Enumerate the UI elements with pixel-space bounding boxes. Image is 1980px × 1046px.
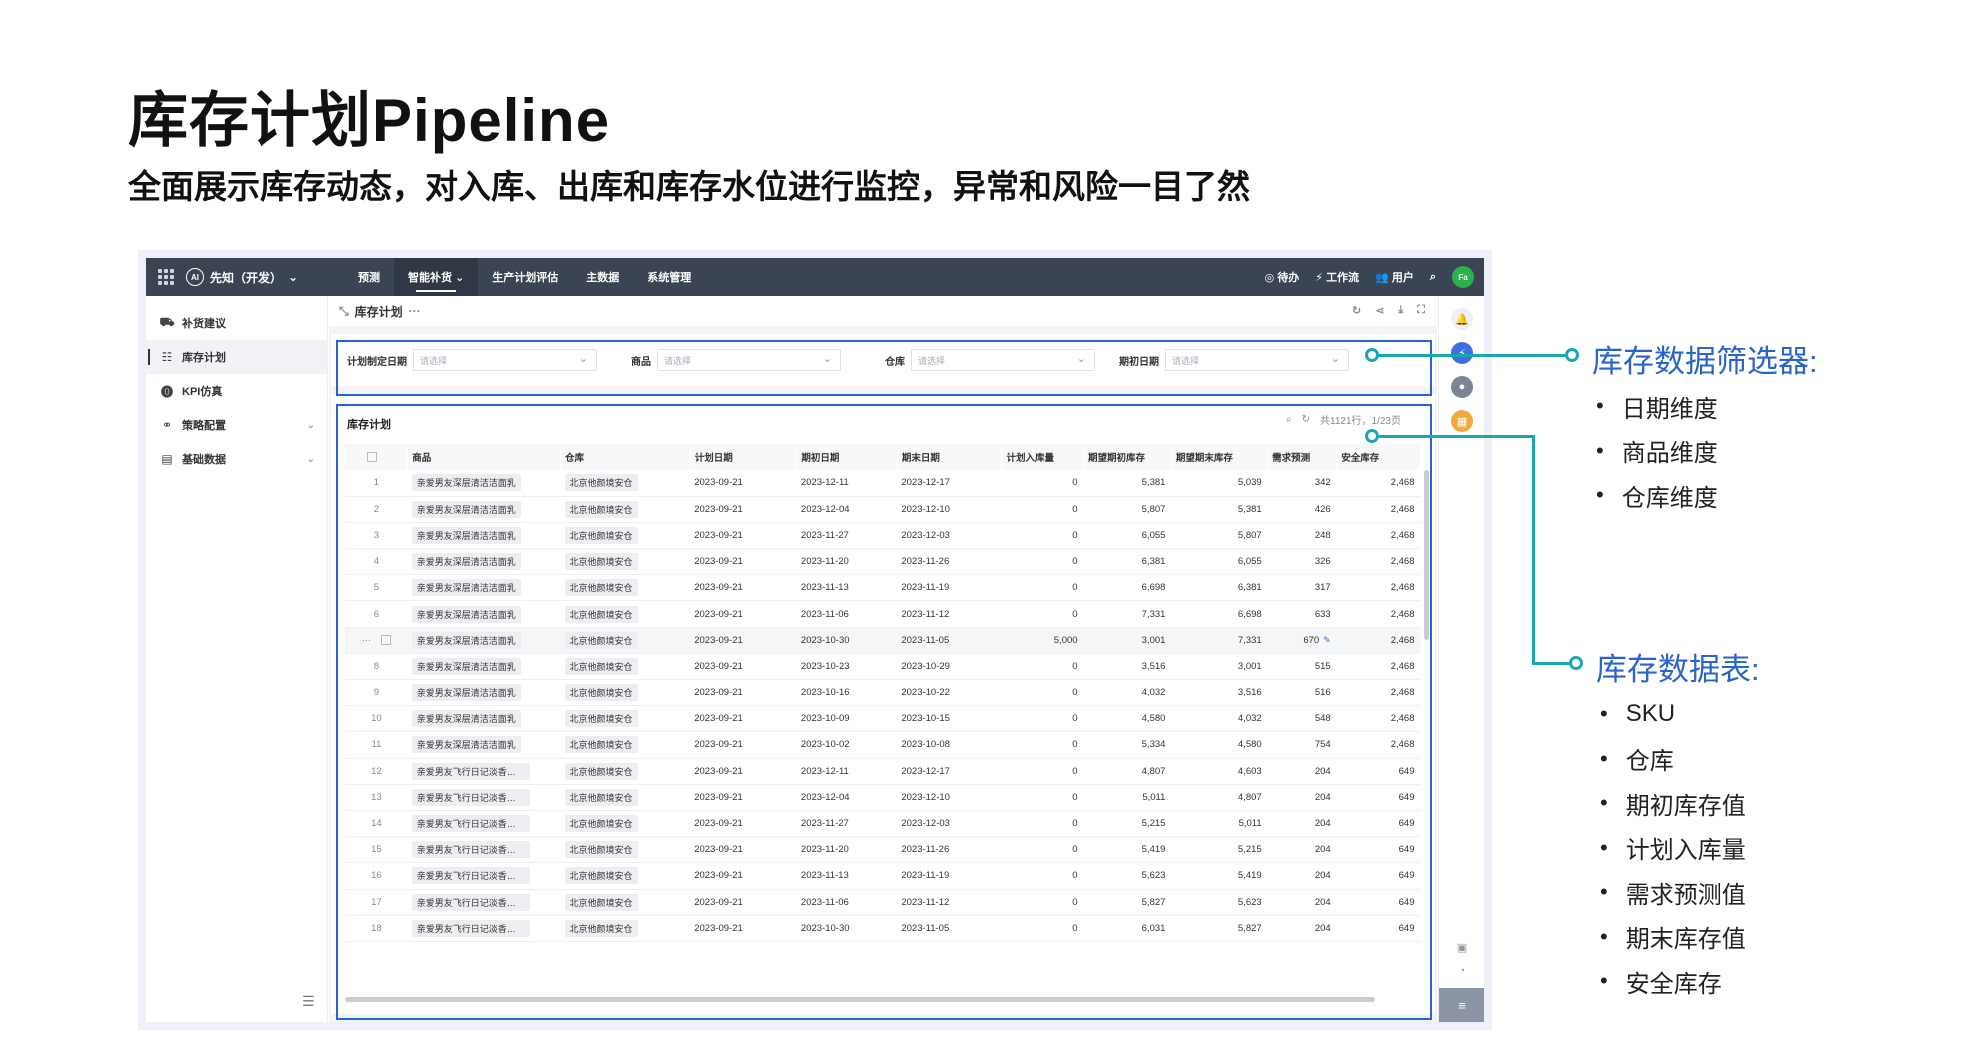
- chevron-down-icon: ⌄: [288, 270, 299, 284]
- page-header: ⤡ 库存计划 ··· ↻ ⋖ ⤓ ⛶: [329, 296, 1437, 326]
- sidebar: ⛟ 补货建议 ☷ 库存计划 ⓿ KPI仿真 ⚭ 策略配置 ⌄ ▤ 基础数据 ⌄ …: [146, 296, 328, 1022]
- sidebar-item-label: 库存计划: [182, 352, 226, 364]
- list-item: SKU: [1600, 692, 1746, 737]
- nav-smart-replenishment-label: 智能补货: [408, 272, 452, 284]
- truck-icon: ⛟: [159, 315, 175, 329]
- lightning-icon[interactable]: ⚡: [1451, 342, 1473, 364]
- sidebar-item-label: KPI仿真: [182, 386, 223, 398]
- user-label: 用户: [1391, 272, 1414, 284]
- workflow-button[interactable]: ⚡ 工作流: [1315, 269, 1359, 285]
- slide: 库存计划Pipeline 全面展示库存动态，对入库、出库和库存水位进行监控，异常…: [0, 0, 1980, 1046]
- sidebar-item-strategy[interactable]: ⚭ 策略配置 ⌄: [146, 408, 327, 442]
- notification-icon[interactable]: ●: [1451, 376, 1473, 398]
- sidebar-item-base-data[interactable]: ▤ 基础数据 ⌄: [146, 442, 327, 476]
- bell-icon[interactable]: 🔔: [1451, 308, 1473, 330]
- list-item: 期初库存值: [1600, 781, 1746, 826]
- nav-forecast[interactable]: 预测: [344, 258, 394, 296]
- menu-icon[interactable]: ≡: [1439, 988, 1484, 1022]
- list-item: 期末库存值: [1600, 915, 1746, 960]
- nav-system-admin[interactable]: 系统管理: [633, 258, 705, 296]
- sidebar-item-kpi[interactable]: ⓿ KPI仿真: [146, 374, 327, 408]
- list-item: 需求预测值: [1600, 870, 1746, 915]
- list-item: 仓库维度: [1596, 473, 1718, 518]
- nav-production-plan[interactable]: 生产计划评估: [478, 258, 572, 296]
- user-button[interactable]: 👥 用户: [1375, 269, 1414, 285]
- download-icon[interactable]: ⤓: [1398, 304, 1403, 317]
- expand-icon[interactable]: ⤡: [339, 304, 349, 319]
- page-tools: ↻ ⋖ ⤓ ⛶: [1352, 304, 1425, 317]
- chevron-down-icon: ⌄: [306, 419, 315, 431]
- kpi-icon: ⓿: [160, 384, 173, 399]
- chat-icon[interactable]: ◔: [1451, 960, 1473, 982]
- table-connector-line-h1: [1378, 435, 1534, 438]
- right-rail: 🔔 ⚡ ● ▦ ▣ ◔ ≡: [1438, 296, 1484, 1022]
- table-highlight-box: [336, 404, 1432, 1020]
- link-icon: ⚭: [161, 418, 173, 432]
- slide-title: 库存计划Pipeline: [128, 87, 611, 154]
- list-item: 商品维度: [1596, 429, 1718, 474]
- main-nav: 预测 智能补货 ⌄ 生产计划评估 主数据 系统管理: [344, 258, 705, 296]
- filter-highlight-box: [336, 340, 1432, 396]
- ai-logo-icon: AI: [186, 268, 204, 286]
- apps-icon[interactable]: ▦: [1451, 410, 1473, 432]
- table-connector-dot-end: [1569, 656, 1583, 670]
- brand-name: 先知（开发）: [210, 270, 283, 285]
- clipboard-icon[interactable]: ▣: [1451, 936, 1473, 958]
- todo-button[interactable]: ◎ 待办: [1265, 269, 1300, 285]
- chevron-down-icon: ⌄: [455, 271, 465, 284]
- filter-connector-dot-start: [1365, 348, 1379, 362]
- sidebar-item-label: 策略配置: [182, 420, 226, 432]
- chevron-down-icon: ⌄: [306, 453, 315, 465]
- filter-callout-list: 日期维度 商品维度 仓库维度: [1596, 384, 1718, 518]
- check-circle-icon: ◎: [1264, 272, 1275, 284]
- collapse-sidebar-icon[interactable]: ☰: [302, 993, 315, 1010]
- filter-connector-line: [1378, 354, 1572, 357]
- table-callout-title: 库存数据表:: [1596, 652, 1760, 687]
- refresh-icon[interactable]: ↻: [1352, 304, 1361, 317]
- list-item: 安全库存: [1600, 959, 1746, 1004]
- avatar[interactable]: Fa: [1452, 266, 1474, 288]
- more-icon[interactable]: ···: [409, 304, 421, 318]
- list-item: 日期维度: [1596, 384, 1718, 429]
- users-icon: 👥: [1375, 272, 1389, 284]
- table-connector-dot-start: [1365, 429, 1379, 443]
- bar-list-icon: ☷: [161, 350, 173, 364]
- search-icon[interactable]: ⌕: [1430, 271, 1436, 284]
- sidebar-item-inventory-plan[interactable]: ☷ 库存计划: [146, 340, 327, 374]
- workflow-icon: ⚡: [1315, 272, 1323, 284]
- share-icon[interactable]: ⋖: [1375, 304, 1384, 317]
- filter-callout-title: 库存数据筛选器:: [1592, 344, 1818, 379]
- app-grid-icon[interactable]: [158, 269, 174, 285]
- table-connector-line-v: [1532, 435, 1535, 665]
- sidebar-item-label: 补货建议: [182, 318, 226, 330]
- nav-master-data[interactable]: 主数据: [572, 258, 633, 296]
- document-icon: ▤: [161, 452, 173, 466]
- top-navigation-bar: AI 先知（开发） ⌄ 预测 智能补货 ⌄ 生产计划评估 主数据 系统管理 ◎ …: [146, 258, 1484, 296]
- fullscreen-icon[interactable]: ⛶: [1417, 304, 1425, 317]
- list-item: 仓库: [1600, 737, 1746, 782]
- sidebar-item-replenishment[interactable]: ⛟ 补货建议: [146, 306, 327, 340]
- page-title: 库存计划: [354, 304, 403, 319]
- table-callout-list: SKU 仓库 期初库存值 计划入库量 需求预测值 期末库存值 安全库存: [1600, 692, 1746, 1004]
- slide-subtitle: 全面展示库存动态，对入库、出库和库存水位进行监控，异常和风险一目了然: [128, 168, 1250, 205]
- sidebar-item-label: 基础数据: [182, 454, 226, 466]
- topbar-actions: ◎ 待办 ⚡ 工作流 👥 用户 ⌕ Fa: [1265, 258, 1474, 296]
- todo-label: 待办: [1277, 272, 1300, 284]
- brand[interactable]: AI 先知（开发） ⌄: [186, 268, 298, 286]
- list-item: 计划入库量: [1600, 826, 1746, 871]
- nav-smart-replenishment[interactable]: 智能补货 ⌄: [394, 258, 479, 296]
- filter-connector-dot-end: [1565, 348, 1579, 362]
- workflow-label: 工作流: [1326, 272, 1360, 284]
